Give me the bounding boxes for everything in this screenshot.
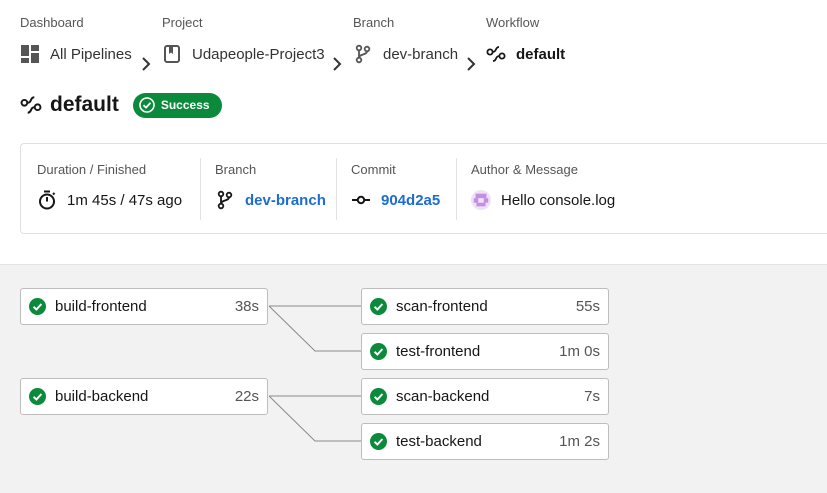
breadcrumb-workflow: Workflow default [486, 14, 565, 65]
check-circle-icon [29, 388, 46, 405]
info-commit-link[interactable]: 904d2a5 [381, 192, 440, 209]
workflow-graph: build-frontend 38s scan-frontend 55s tes… [0, 264, 827, 493]
breadcrumb-branch-label: Branch [353, 15, 395, 30]
breadcrumb-project-label: Project [162, 15, 203, 30]
job-duration: 7s [584, 388, 600, 405]
avatar-icon [471, 190, 491, 210]
breadcrumb-project[interactable]: Project Udapeople-Project3 [162, 14, 325, 65]
job-scan-frontend[interactable]: scan-frontend 55s [361, 288, 609, 325]
info-commit-label: Commit [351, 162, 396, 177]
info-duration-value: 1m 45s / 47s ago [67, 191, 183, 209]
job-test-backend[interactable]: test-backend 1m 2s [361, 423, 609, 460]
bookmark-icon [162, 44, 182, 64]
job-build-backend[interactable]: build-backend 22s [20, 378, 268, 415]
divider [336, 158, 337, 220]
workflow-info-card: Duration / Finished 1m 45s / 47s ago Bra… [20, 143, 827, 234]
workflow-icon [486, 44, 506, 64]
job-name: test-backend [396, 433, 482, 450]
chevron-right-icon [333, 57, 342, 71]
chevron-right-icon [467, 57, 476, 71]
grid-icon [20, 44, 40, 64]
divider [200, 158, 201, 220]
check-circle-icon [370, 433, 387, 450]
info-duration-label: Duration / Finished [37, 162, 147, 177]
git-commit-icon [351, 190, 371, 210]
check-circle-icon [29, 298, 46, 315]
git-branch-icon [215, 190, 235, 210]
job-duration: 38s [234, 298, 259, 315]
status-badge: Success [132, 92, 222, 118]
check-circle-icon [370, 298, 387, 315]
job-name: build-backend [55, 388, 149, 405]
divider [456, 158, 457, 220]
job-scan-backend[interactable]: scan-backend 7s [361, 378, 609, 415]
info-branch-label: Branch [215, 162, 257, 177]
job-build-frontend[interactable]: build-frontend 38s [20, 288, 268, 325]
breadcrumb-branch-value[interactable]: dev-branch [383, 46, 458, 63]
check-circle-icon [370, 388, 387, 405]
workflow-icon [20, 94, 42, 116]
breadcrumb-branch[interactable]: Branch dev-branch [353, 14, 458, 65]
breadcrumb: Dashboard All Pipelines Project Udapeopl… [20, 14, 820, 74]
stopwatch-icon [37, 190, 57, 210]
job-name: scan-backend [396, 388, 490, 405]
breadcrumb-workflow-value: default [516, 45, 566, 63]
job-duration: 22s [234, 388, 259, 405]
job-duration: 55s [575, 298, 600, 315]
page-title: default [50, 93, 119, 116]
job-name: scan-frontend [396, 298, 488, 315]
job-test-frontend[interactable]: test-frontend 1m 0s [361, 333, 609, 370]
job-name: build-frontend [55, 298, 147, 315]
workflow-header: default Success [20, 90, 222, 120]
info-author-label: Author & Message [471, 162, 578, 177]
check-circle-icon [370, 343, 387, 360]
git-branch-icon [353, 44, 373, 64]
job-duration: 1m 2s [559, 433, 600, 450]
breadcrumb-dashboard-label: Dashboard [20, 15, 84, 30]
job-duration: 1m 0s [559, 343, 600, 360]
breadcrumb-dashboard[interactable]: Dashboard All Pipelines [20, 14, 132, 65]
job-name: test-frontend [396, 343, 481, 360]
breadcrumb-dashboard-value[interactable]: All Pipelines [50, 46, 132, 63]
status-label: Success [160, 98, 210, 112]
breadcrumb-project-value[interactable]: Udapeople-Project3 [192, 46, 325, 63]
info-author-message: Hello console.log [501, 191, 616, 209]
check-circle-icon [139, 97, 155, 113]
info-branch-link[interactable]: dev-branch [245, 192, 326, 209]
chevron-right-icon [142, 57, 151, 71]
breadcrumb-workflow-label: Workflow [486, 15, 540, 30]
